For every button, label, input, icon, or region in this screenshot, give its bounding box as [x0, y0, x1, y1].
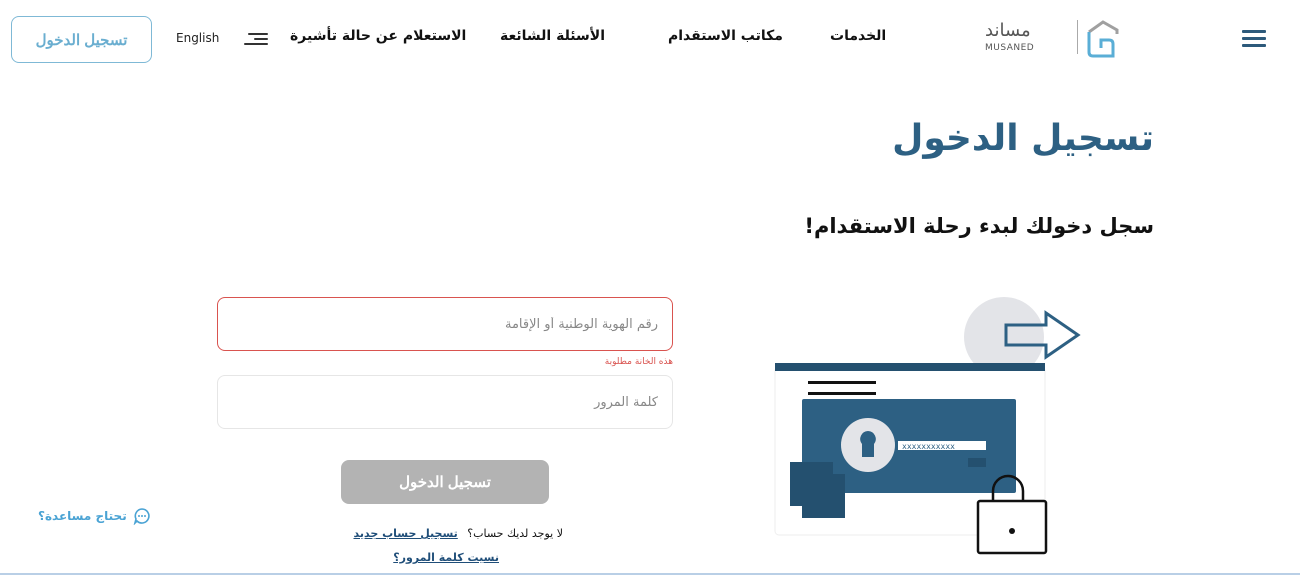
login-submit-button[interactable]: تسجيل الدخول: [341, 460, 549, 504]
musaned-logo[interactable]: مساند MUSANED: [985, 18, 1119, 58]
logo-arabic-text: مساند: [985, 20, 1031, 41]
password-input[interactable]: [218, 376, 672, 428]
register-prompt: لا يوجد لديك حساب؟ تسجيل حساب جديد: [354, 527, 564, 540]
nav-services[interactable]: الخدمات: [830, 28, 886, 44]
register-link[interactable]: تسجيل حساب جديد: [354, 527, 458, 540]
help-label: تحتاج مساعدة؟: [38, 509, 127, 523]
nav-visa-status[interactable]: الاستعلام عن حالة تأشيرة: [290, 28, 466, 44]
national-id-input[interactable]: [218, 298, 672, 350]
site-header: تسجيل الدخول English الاستعلام عن حالة ت…: [0, 0, 1300, 80]
logo-house-icon: [1087, 20, 1119, 58]
keyhole-icon: [860, 431, 876, 457]
hamburger-icon[interactable]: [1242, 30, 1266, 48]
menu-lines-icon[interactable]: [244, 31, 268, 47]
language-switch[interactable]: English: [176, 31, 219, 45]
page-title: تسجيل الدخول: [892, 118, 1154, 159]
password-field[interactable]: [217, 375, 673, 429]
browser-titlebar: [775, 363, 1045, 371]
nav-faq[interactable]: الأسئلة الشائعة: [500, 28, 605, 44]
header-login-button[interactable]: تسجيل الدخول: [11, 16, 152, 63]
login-illustration: xxxxxxxxxxx: [774, 297, 1081, 555]
logo-divider: [1077, 20, 1078, 54]
no-account-text: لا يوجد لديك حساب؟: [467, 527, 563, 540]
page-subtitle: سجل دخولك لبدء رحلة الاستقدام!: [804, 214, 1154, 238]
national-id-field[interactable]: [217, 297, 673, 351]
nav-recruitment-offices[interactable]: مكاتب الاستقدام: [668, 28, 783, 44]
forgot-password-link[interactable]: نسيت كلمة المرور؟: [393, 551, 499, 564]
chat-bubble-icon: [133, 508, 150, 525]
help-button[interactable]: تحتاج مساعدة؟: [38, 507, 151, 525]
logo-english-text: MUSANED: [985, 43, 1035, 53]
footer-divider: [0, 573, 1300, 575]
id-field-error: هذه الخانة مطلوبة: [604, 357, 673, 367]
masked-password: xxxxxxxxxxx: [902, 442, 955, 451]
